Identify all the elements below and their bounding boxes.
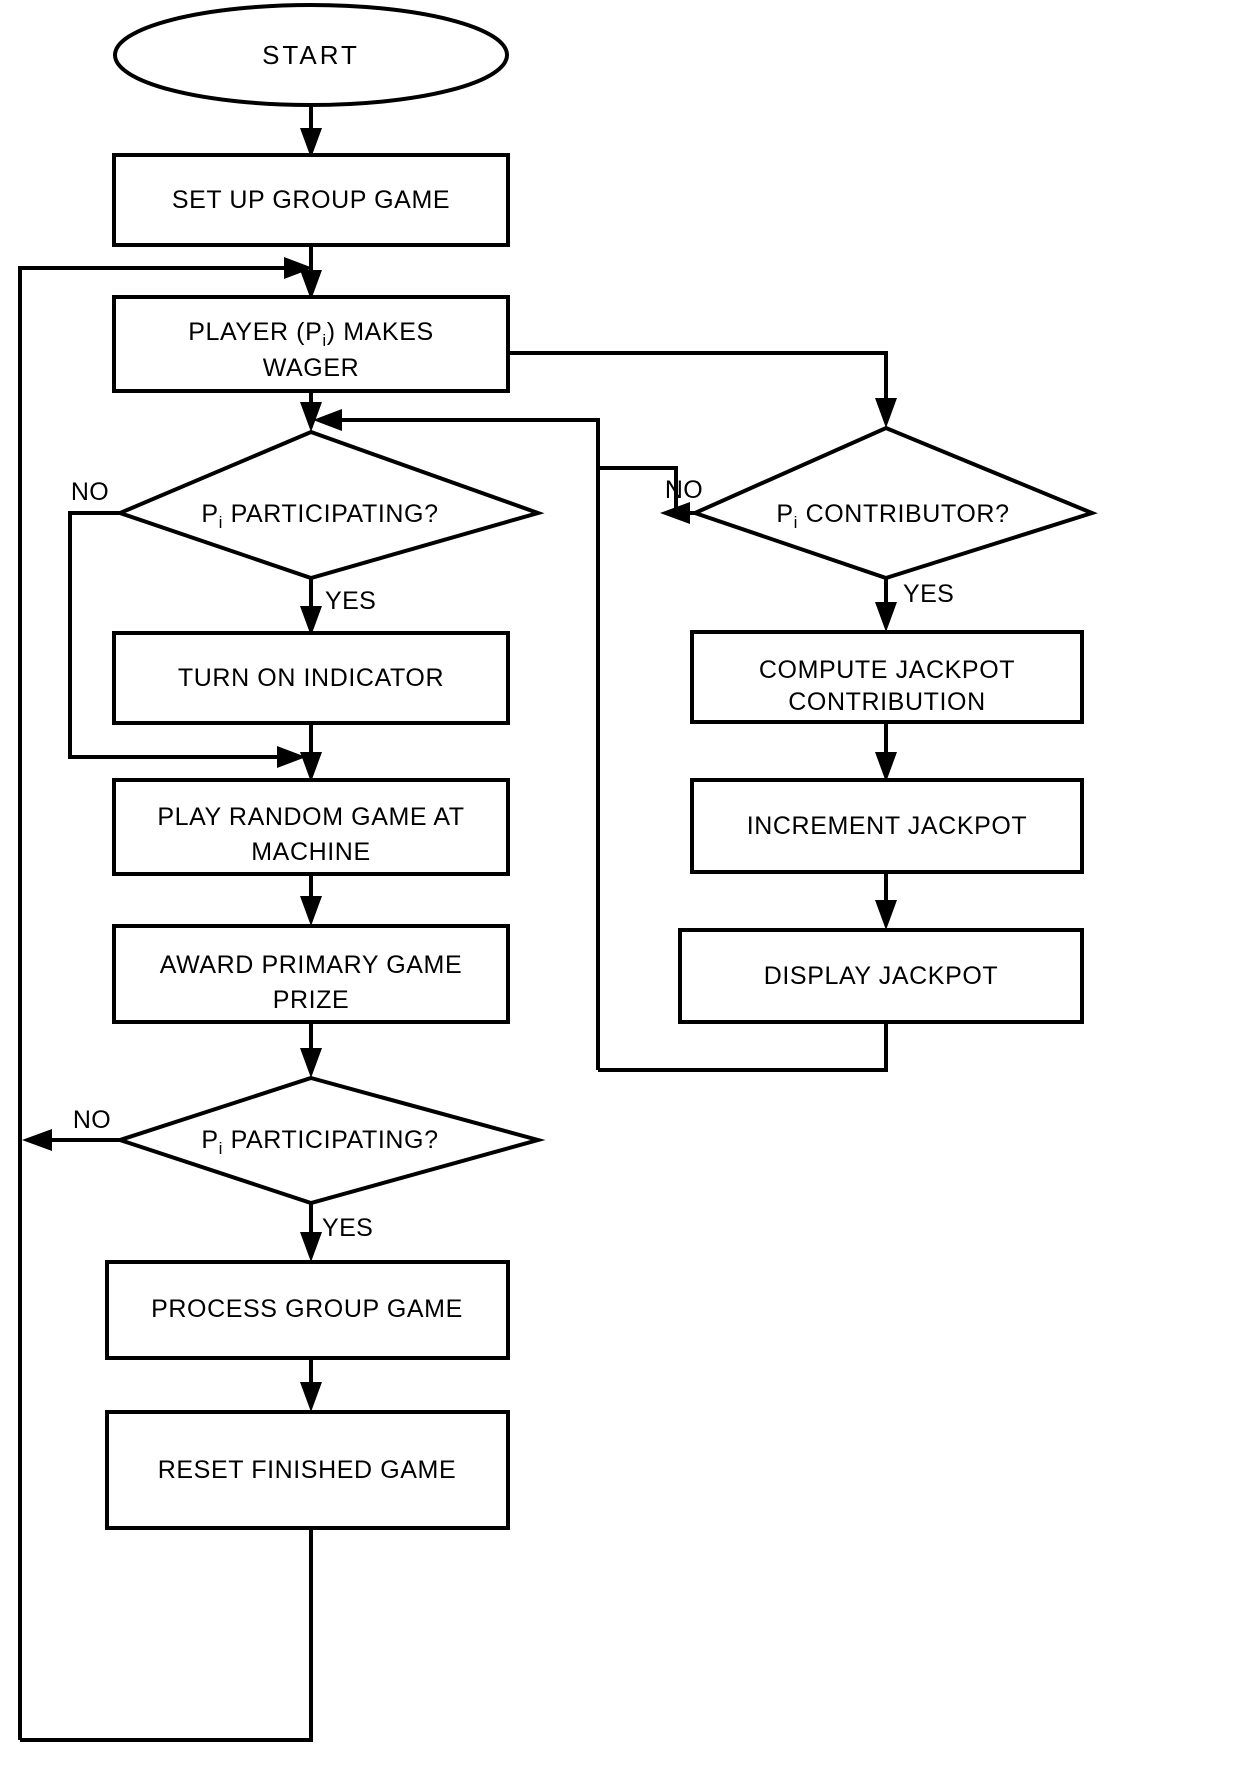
node-compute-jackpot-line2: CONTRIBUTION — [788, 688, 985, 716]
edge-label-participating-1-yes: YES — [325, 587, 376, 615]
node-award-primary-prize-line2: PRIZE — [273, 986, 350, 1014]
node-play-random-game-line1: PLAY RANDOM GAME AT — [157, 803, 464, 831]
node-setup-group-game-label: SET UP GROUP GAME — [172, 186, 450, 214]
node-participating-2-label: Pi PARTICIPATING? — [201, 1126, 438, 1158]
node-contributor-label: Pi CONTRIBUTOR? — [776, 500, 1009, 532]
arrowhead-contributor-yes — [875, 602, 897, 632]
node-play-random-game-line2: MACHINE — [251, 838, 370, 866]
node-award-primary-prize-line1: AWARD PRIMARY GAME — [160, 951, 463, 979]
arrowhead-wager-to-contributor — [875, 398, 897, 428]
edge-label-participating-1-no: NO — [71, 478, 109, 506]
node-turn-on-indicator-label: TURN ON INDICATOR — [178, 664, 444, 692]
arrowhead-indicator-to-play — [300, 752, 322, 782]
node-player-makes-wager-line2: WAGER — [263, 354, 360, 382]
arrowhead-award-to-participating2 — [300, 1048, 322, 1078]
arrowhead-wager-to-participating1 — [300, 402, 322, 432]
connector-reset-to-return-rail — [20, 1528, 313, 1742]
node-increment-jackpot-label: INCREMENT JACKPOT — [747, 812, 1028, 840]
arrowhead-increment-to-display — [875, 900, 897, 930]
edge-label-participating-2-no: NO — [73, 1106, 111, 1134]
connector-display-to-return-rail — [598, 1022, 888, 1072]
node-player-makes-wager-line1: PLAYER (Pi) MAKES — [188, 318, 434, 350]
edge-label-contributor-yes: YES — [903, 580, 954, 608]
node-compute-jackpot-line1: COMPUTE JACKPOT — [759, 656, 1015, 684]
node-start-label: START — [262, 40, 360, 70]
edge-label-contributor-no: NO — [665, 476, 703, 504]
node-display-jackpot-label: DISPLAY JACKPOT — [764, 962, 999, 990]
node-participating-1-label: Pi PARTICIPATING? — [201, 500, 438, 532]
node-reset-finished-game-label: RESET FINISHED GAME — [158, 1456, 457, 1484]
arrowhead-compute-to-increment — [875, 752, 897, 782]
node-process-group-game-label: PROCESS GROUP GAME — [151, 1295, 463, 1323]
flowchart-canvas: START SET UP GROUP GAME PLAYER (Pi) MAKE… — [18, 3, 1098, 1742]
edge-label-participating-2-yes: YES — [322, 1214, 373, 1242]
arrowhead-play-to-award — [300, 896, 322, 926]
arrowhead-participating2-no — [22, 1129, 52, 1151]
connector-wager-to-contributor — [505, 351, 888, 408]
arrowhead-process-to-reset — [300, 1382, 322, 1412]
arrowhead-participating2-yes — [300, 1232, 322, 1262]
flowchart-page: START SET UP GROUP GAME PLAYER (Pi) MAKE… — [0, 0, 1240, 1772]
arrowhead-participating1-no-bypass — [277, 746, 306, 768]
